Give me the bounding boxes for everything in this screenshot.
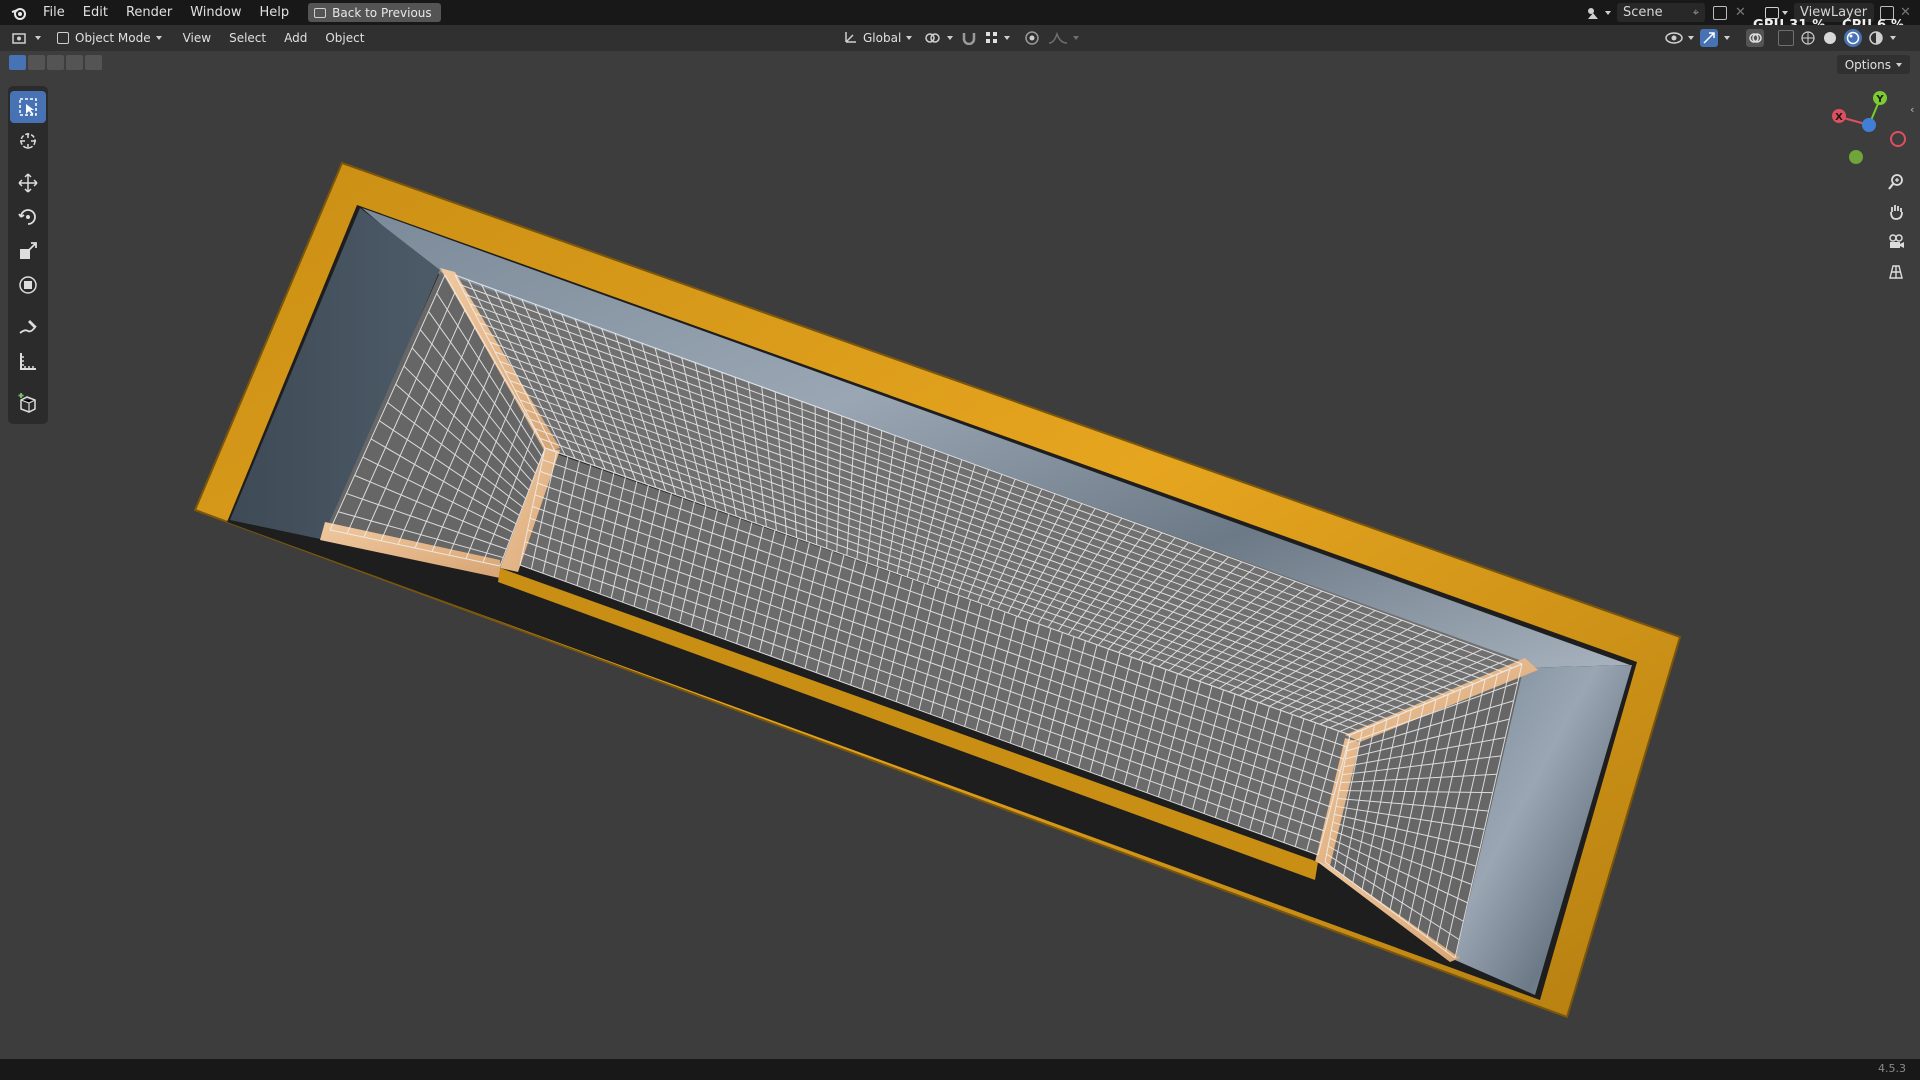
shading-dropdown-caret-icon[interactable] [1890,36,1896,40]
tool-cursor-icon[interactable] [10,125,46,157]
shading-solid-icon[interactable] [1822,30,1838,46]
new-scene-icon[interactable] [1713,5,1727,20]
back-to-previous-label: Back to Previous [332,5,432,20]
menu-file[interactable]: File [34,0,74,25]
editor-type-icon[interactable] [12,31,41,45]
shading-rendered-icon[interactable] [1868,30,1884,46]
menu-edit[interactable]: Edit [74,0,117,25]
tool-transform-icon[interactable] [10,269,46,301]
menu-window[interactable]: Window [181,0,250,25]
tool-annotate-icon[interactable] [10,311,46,343]
select-extend-icon[interactable] [28,55,45,70]
visibility-icon[interactable] [1665,31,1694,45]
menu-render[interactable]: Render [117,0,181,25]
options-label: Options [1844,57,1891,72]
gizmo-x-label: X [1835,112,1843,123]
scene-name-field[interactable]: Scene ⌖ [1617,3,1705,22]
tool-scale-icon[interactable] [10,235,46,267]
select-invert-icon[interactable] [66,55,83,70]
version-label: 4.5.3 [1878,1062,1906,1075]
gizmo-toggle-icon[interactable] [1700,29,1718,47]
view-layer-dropdown-caret-icon[interactable] [1782,10,1788,15]
status-bar: 4.5.3 [0,1059,1920,1080]
viewport-canvas[interactable] [0,0,1920,1080]
scene-icon[interactable] [1585,5,1601,21]
tool-measure-icon[interactable] [10,345,46,377]
header-menu-select[interactable]: Select [220,31,275,45]
shading-wireframe-icon[interactable] [1800,30,1816,46]
shading-material-icon[interactable] [1844,29,1862,47]
transform-orientation-dropdown[interactable]: Global [840,28,916,48]
overlays-toggle-icon[interactable] [1746,29,1764,47]
navigation-gizmo[interactable]: Y X [1820,85,1915,170]
object-mode-label: Object Mode [75,31,151,45]
tool-move-icon[interactable] [10,167,46,199]
pan-hand-icon[interactable] [1882,198,1910,226]
menu-help[interactable]: Help [251,0,299,25]
delete-scene-icon[interactable]: ✕ [1735,5,1746,20]
blender-logo-icon[interactable] [10,4,28,22]
snap-magnet-icon[interactable] [961,31,977,45]
tool-shelf [8,86,48,424]
select-intersect-icon[interactable] [85,55,102,70]
gizmo-z-icon[interactable] [1862,118,1876,132]
gizmo-neg-y-icon[interactable] [1849,150,1863,164]
viewport-header: Object Mode View Select Add Object Globa… [0,25,1920,51]
view-layer-icon[interactable] [1765,6,1779,19]
transform-orientation-label: Global [863,31,902,45]
camera-view-icon[interactable] [1882,228,1910,256]
snap-increment-icon[interactable] [985,31,1011,45]
xray-toggle-icon[interactable] [1778,30,1794,46]
header-menu-object[interactable]: Object [316,31,373,45]
scene-name: Scene [1623,5,1663,20]
zoom-icon[interactable] [1882,168,1910,196]
perspective-ortho-toggle-icon[interactable] [1882,258,1910,286]
back-to-previous-button[interactable]: Back to Previous [308,3,441,22]
object-mode-dropdown[interactable]: Object Mode [51,28,168,48]
falloff-curve-icon[interactable] [1048,31,1080,45]
tool-rotate-icon[interactable] [10,201,46,233]
top-bar: File Edit Render Window Help Back to Pre… [0,0,1920,25]
gizmo-neg-x-icon[interactable] [1890,131,1906,147]
gizmo-y-label: Y [1875,94,1884,105]
select-new-icon[interactable] [9,55,26,70]
tool-select-box-icon[interactable] [10,91,46,123]
selection-mode-group [9,55,102,70]
pivot-point-icon[interactable] [924,31,954,45]
gizmo-dropdown-caret-icon[interactable] [1724,36,1730,40]
select-subtract-icon[interactable] [47,55,64,70]
tool-add-cube-icon[interactable] [10,387,46,419]
header-menu-add[interactable]: Add [275,31,316,45]
orientation-axes-icon [844,30,858,47]
scene-dropdown-caret-icon[interactable] [1605,10,1611,15]
object-mode-icon [57,32,69,44]
options-dropdown[interactable]: Options [1836,55,1910,74]
proportional-editing-icon[interactable] [1024,30,1040,46]
pin-icon[interactable]: ⌖ [1693,6,1699,20]
header-menu-view[interactable]: View [174,31,220,45]
screen-icon [314,7,327,18]
